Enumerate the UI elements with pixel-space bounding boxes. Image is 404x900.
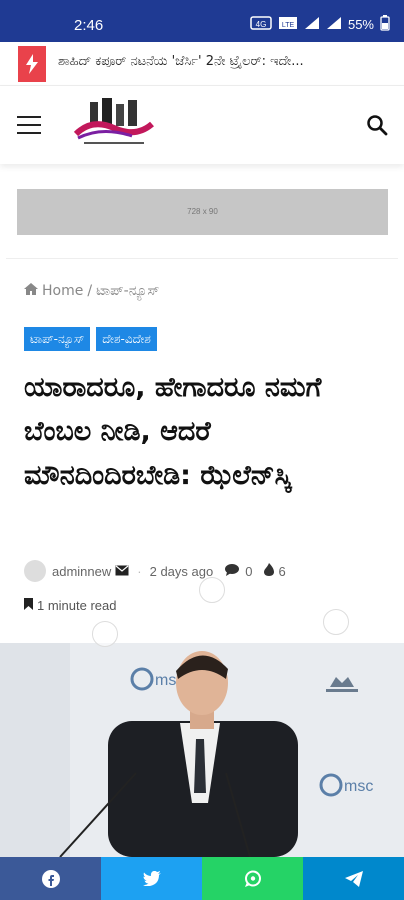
signal-icon-2 <box>326 16 342 33</box>
comment-icon[interactable] <box>225 563 241 579</box>
touch-indicator <box>92 621 118 647</box>
touch-indicator <box>323 609 349 635</box>
envelope-icon[interactable] <box>115 564 129 579</box>
twitter-icon <box>142 871 161 886</box>
share-telegram-button[interactable] <box>303 857 404 900</box>
read-time-label: 1 minute read <box>37 598 117 613</box>
author-name[interactable]: adminnew <box>52 564 111 579</box>
facebook-icon <box>41 869 60 888</box>
tag-world[interactable]: ದೇಶ-ವಿದೇಶ <box>96 327 157 351</box>
share-bar <box>0 857 404 900</box>
share-twitter-button[interactable] <box>101 857 202 900</box>
read-time: 1 minute read <box>24 598 117 613</box>
article-hero-image[interactable]: msc msc <box>0 643 404 857</box>
post-date: 2 days ago <box>149 563 214 579</box>
home-icon[interactable] <box>24 283 38 299</box>
article-title: ಯಾರಾದರೂ, ಹೇಗಾದರೂ ನಮಗೆ ಬೆಂಬಲ ನೀಡಿ, ಆದರೆ ಮ… <box>24 372 322 491</box>
share-facebook-button[interactable] <box>0 857 101 900</box>
touch-indicator <box>199 577 225 603</box>
fire-icon <box>264 563 275 579</box>
avatar[interactable] <box>24 560 46 582</box>
signal-icon-1 <box>304 16 320 33</box>
whatsapp-icon <box>244 870 261 887</box>
view-count: 6 <box>278 563 286 579</box>
svg-text:LTE: LTE <box>282 22 295 29</box>
ad-banner[interactable]: 728 x 90 <box>17 189 388 235</box>
telegram-icon <box>344 870 363 887</box>
svg-text:4G: 4G <box>256 20 267 29</box>
battery-percent: 55% <box>347 17 374 32</box>
svg-text:msc: msc <box>344 778 373 795</box>
site-header <box>0 86 404 164</box>
bookmark-icon <box>24 598 33 613</box>
status-time: 2:46 <box>74 17 104 34</box>
tag-top-news[interactable]: ಟಾಪ್-ನ್ಯೂಸ್ <box>24 327 91 351</box>
status-bar: 2:46 4G LTE 55% <box>0 0 404 42</box>
volte-icon: 4G <box>250 16 272 33</box>
search-icon[interactable] <box>366 114 388 136</box>
site-logo[interactable] <box>72 96 156 150</box>
ticker-headline[interactable]: ಶಾಹಿದ್ ಕಪೂರ್ ನಟನೆಯ 'ಜೆರ್ಸಿ' 2ನೇ ಟ್ರೈಲರ್:… <box>58 54 388 69</box>
share-whatsapp-button[interactable] <box>202 857 303 900</box>
breaking-news-ticker[interactable]: ಶಾಹಿದ್ ಕಪೂರ್ ನಟನೆಯ 'ಜೆರ್ಸಿ' 2ನೇ ಟ್ರೈಲರ್:… <box>0 42 404 86</box>
category-tags: ಟಾಪ್-ನ್ಯೂಸ್ ದೇಶ-ವಿದೇಶ <box>24 327 157 351</box>
breadcrumb-current: ಟಾಪ್-ನ್ಯೂಸ್ <box>96 283 160 299</box>
lte-icon: LTE <box>278 16 298 33</box>
breadcrumb-home[interactable]: Home <box>42 283 83 299</box>
comment-count[interactable]: 0 <box>245 564 252 579</box>
breadcrumb: Home / ಟಾಪ್-ನ್ಯೂಸ್ <box>24 283 159 299</box>
flash-icon <box>18 46 46 82</box>
meta-separator: · <box>137 563 142 579</box>
breadcrumb-separator: / <box>87 283 93 299</box>
status-icons: 4G LTE 55% <box>250 15 390 34</box>
battery-icon <box>380 15 390 34</box>
menu-icon[interactable] <box>17 116 41 134</box>
